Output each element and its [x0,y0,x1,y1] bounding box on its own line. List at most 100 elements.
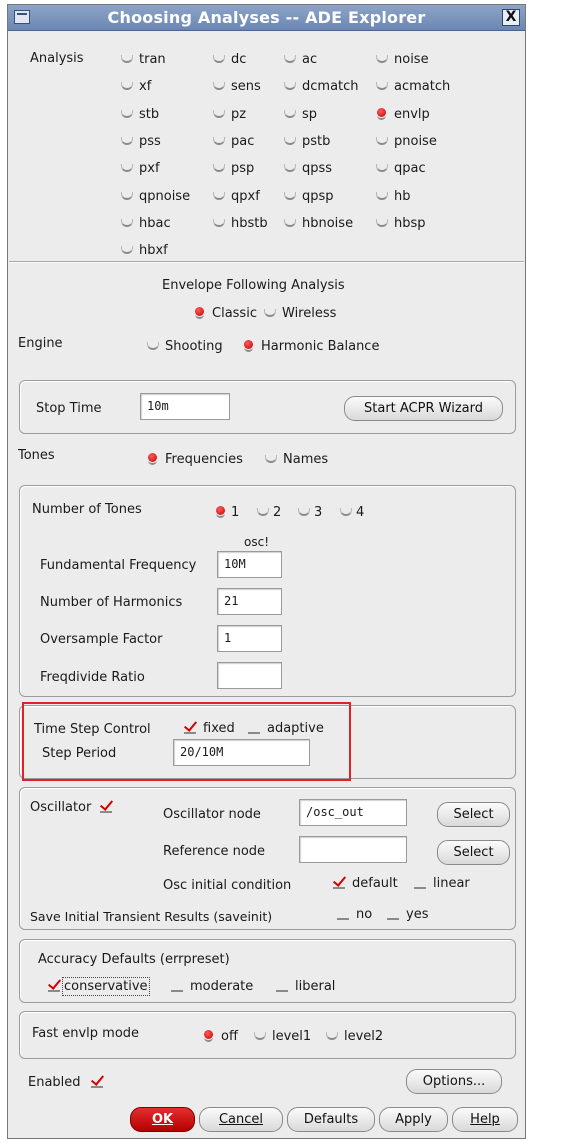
freqdivide-field[interactable] [217,662,282,689]
harmonics-field[interactable]: 21 [217,588,282,615]
ic-linear-checkbox[interactable]: linear [414,876,470,891]
radio-icon [121,243,133,255]
accuracy-liberal-checkbox[interactable]: liberal [276,979,335,994]
cancel-label: Cancel [218,1112,264,1127]
analysis-option-label: qpnoise [139,188,191,204]
analysis-qpnoise-radio[interactable]: qpnoise [121,189,190,204]
accuracy-conservative-checkbox[interactable]: conservative [48,977,150,996]
analysis-dc-radio[interactable]: dc [213,52,246,67]
mode-classic-radio[interactable]: Classic [194,306,257,321]
radio-icon [243,339,255,352]
analysis-noise-radio[interactable]: noise [376,52,429,67]
analysis-psp-radio[interactable]: psp [213,161,254,176]
ic-default-checkbox[interactable]: default [333,876,398,891]
tones-label: Tones [18,448,55,463]
analysis-option-label: envlp [394,106,430,122]
analysis-xf-radio[interactable]: xf [121,79,151,94]
radio-icon [213,52,225,64]
apply-button[interactable]: Apply [379,1107,448,1132]
radio-icon [215,505,227,518]
reference-node-label: Reference node [163,844,266,859]
analysis-ac-radio[interactable]: ac [284,52,317,67]
window-title: Choosing Analyses -- ADE Explorer [107,8,426,27]
analysis-tran-radio[interactable]: tran [121,52,166,67]
oscillator-node-field[interactable]: /osc_out [299,799,407,826]
analysis-sens-radio[interactable]: sens [213,79,261,94]
analysis-dcmatch-radio[interactable]: dcmatch [284,79,359,94]
analysis-sp-radio[interactable]: sp [284,107,317,122]
analysis-option-label: pstb [302,133,331,149]
stop-time-field[interactable]: 10m [140,393,230,420]
analysis-pac-radio[interactable]: pac [213,134,254,149]
analysis-hbstb-radio[interactable]: hbstb [213,216,268,231]
defaults-button[interactable]: Defaults [287,1107,375,1132]
fixed-checkbox[interactable]: fixed [184,721,235,736]
tones-count-2-radio[interactable]: 2 [257,505,281,520]
analysis-pss-radio[interactable]: pss [121,134,161,149]
help-button[interactable]: Help [452,1107,518,1132]
analysis-pstb-radio[interactable]: pstb [284,134,330,149]
analysis-option-label: hbxf [139,243,168,259]
radio-icon [284,161,296,173]
stop-time-label: Stop Time [36,401,102,416]
analysis-qpss-radio[interactable]: qpss [284,161,332,176]
close-icon[interactable]: X [502,9,520,26]
analysis-pz-radio[interactable]: pz [213,107,246,122]
reference-node-select-button[interactable]: Select [437,840,510,865]
fast-envlp-level2-radio[interactable]: level2 [326,1029,383,1044]
analysis-pnoise-radio[interactable]: pnoise [376,134,437,149]
tones-names-radio[interactable]: Names [265,452,328,467]
analysis-option-label: qpac [394,161,426,177]
enabled-checkbox[interactable]: Enabled [28,1075,104,1090]
accuracy-label: Accuracy Defaults (errpreset) [38,952,230,967]
adaptive-checkbox[interactable]: adaptive [248,721,324,736]
tones-count-1-radio[interactable]: 1 [215,505,239,520]
analysis-option-label: qpsp [302,188,334,204]
analysis-pxf-radio[interactable]: pxf [121,161,160,176]
tones-count-4-radio[interactable]: 4 [340,505,364,520]
checkbox-icon [99,800,113,813]
tones-count-3-radio[interactable]: 3 [298,505,322,520]
ok-button[interactable]: OK [130,1107,195,1132]
fast-envlp-off-radio[interactable]: off [203,1029,238,1044]
radio-icon [213,189,225,201]
oscillator-node-select-button[interactable]: Select [437,802,510,827]
analysis-qpxf-radio[interactable]: qpxf [213,189,260,204]
saveinit-yes-checkbox[interactable]: yes [387,907,428,922]
analysis-hbnoise-radio[interactable]: hbnoise [284,216,353,231]
mode-wireless-radio[interactable]: Wireless [264,306,336,321]
accuracy-moderate-checkbox[interactable]: moderate [171,979,253,994]
analysis-option-label: sp [302,106,318,122]
step-period-field[interactable]: 20/10M [173,739,310,766]
analysis-label: Analysis [30,51,84,66]
oversample-label: Oversample Factor [40,632,163,647]
options-button[interactable]: Options... [406,1069,502,1094]
oversample-field[interactable]: 1 [217,625,282,652]
engine-harmonic-balance-radio[interactable]: Harmonic Balance [243,339,379,354]
analysis-qpsp-radio[interactable]: qpsp [284,189,334,204]
analysis-hbxf-radio[interactable]: hbxf [121,243,168,258]
engine-label: Engine [18,336,63,351]
start-acpr-wizard-button[interactable]: Start ACPR Wizard [344,396,503,421]
fast-envlp-level1-radio[interactable]: level1 [254,1029,311,1044]
fundamental-frequency-field[interactable]: 10M [217,551,282,578]
analysis-stb-radio[interactable]: stb [121,107,159,122]
saveinit-no-checkbox[interactable]: no [337,907,372,922]
reference-node-field[interactable] [299,836,407,863]
analysis-hbac-radio[interactable]: hbac [121,216,171,231]
analysis-hb-radio[interactable]: hb [376,189,411,204]
analysis-hbsp-radio[interactable]: hbsp [376,216,426,231]
title-bar[interactable]: Choosing Analyses -- ADE Explorer X [8,5,525,31]
radio-icon [203,1029,215,1042]
oscillator-checkbox[interactable]: Oscillator [30,800,113,815]
tones-frequencies-radio[interactable]: Frequencies [147,452,243,467]
analysis-option-label: pnoise [394,133,437,149]
engine-shooting-radio[interactable]: Shooting [147,339,223,354]
analysis-option-label: hbstb [231,215,268,231]
analysis-envlp-radio[interactable]: envlp [376,107,430,122]
analysis-acmatch-radio[interactable]: acmatch [376,79,450,94]
analysis-option-label: pxf [139,161,160,177]
analysis-qpac-radio[interactable]: qpac [376,161,426,176]
radio-icon [121,216,133,228]
cancel-button[interactable]: Cancel [199,1107,283,1132]
